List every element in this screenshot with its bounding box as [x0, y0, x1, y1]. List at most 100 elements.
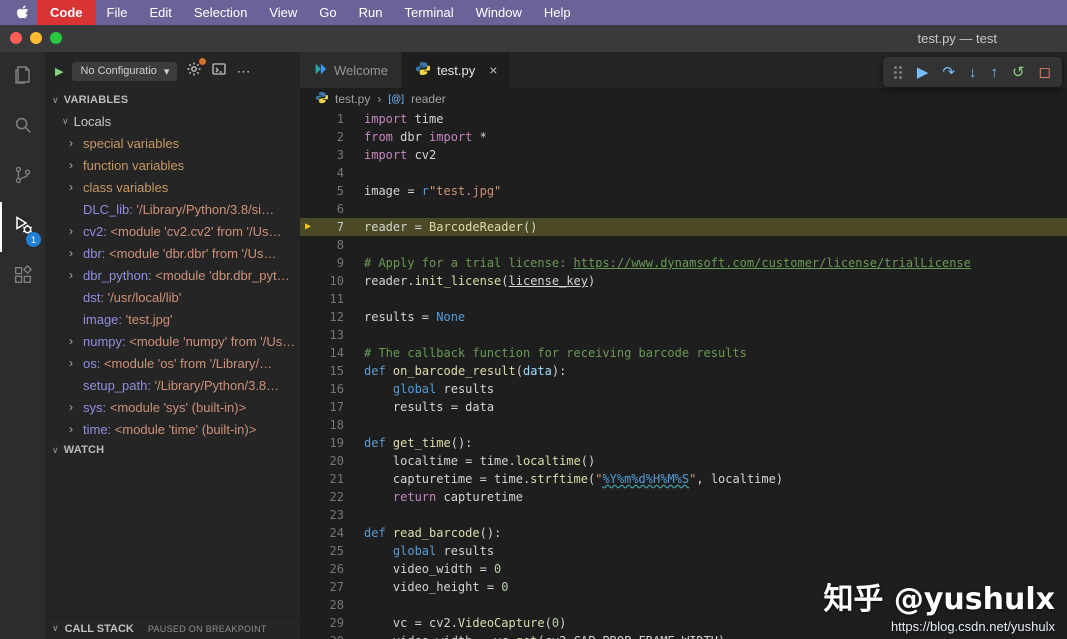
code-line[interactable]: 9 # Apply for a trial license: https://ww… — [300, 254, 1067, 272]
variable-group-row[interactable]: › function variables — [45, 154, 300, 176]
code-line[interactable]: 18 — [300, 416, 1067, 434]
code-line[interactable]: 10 reader.init_license(license_key) — [300, 272, 1067, 290]
variable-row[interactable]: › time: <module 'time' (built-in)> — [45, 418, 300, 440]
variable-row[interactable]: › os: <module 'os' from '/Library/… — [45, 352, 300, 374]
zoom-window-button[interactable] — [50, 32, 62, 44]
minimize-window-button[interactable] — [30, 32, 42, 44]
code-line[interactable]: 1 import time — [300, 110, 1067, 128]
variables-section-header[interactable]: ∨ VARIABLES — [45, 90, 300, 110]
menu-item-selection[interactable]: Selection — [183, 0, 258, 25]
variable-row[interactable]: DLC_lib: '/Library/Python/3.8/si… — [45, 198, 300, 220]
code-line[interactable]: 17 results = data — [300, 398, 1067, 416]
menu-item-code[interactable]: Code — [37, 0, 96, 25]
variable-row[interactable]: › dbr: <module 'dbr.dbr' from '/Us… — [45, 242, 300, 264]
code-line[interactable]: 11 — [300, 290, 1067, 308]
chevron-right-icon[interactable]: › — [69, 356, 73, 370]
extensions-view-button[interactable] — [0, 252, 45, 302]
chevron-right-icon[interactable]: › — [69, 334, 73, 348]
chevron-right-icon[interactable]: › — [69, 180, 73, 194]
close-icon[interactable]: × — [489, 62, 497, 78]
code-line[interactable]: 24 def read_barcode(): — [300, 524, 1067, 542]
watch-section-header[interactable]: ∨ WATCH — [45, 440, 300, 460]
menu-item-run[interactable]: Run — [348, 0, 394, 25]
code-line[interactable]: 23 — [300, 506, 1067, 524]
debug-config-dropdown[interactable]: No Configuratio ▾ — [72, 61, 178, 81]
menu-item-terminal[interactable]: Terminal — [394, 0, 465, 25]
chevron-down-icon: ∨ — [52, 444, 59, 455]
variable-row[interactable]: › sys: <module 'sys' (built-in)> — [45, 396, 300, 418]
stop-button[interactable]: ◻ — [1039, 65, 1051, 80]
locals-scope-row[interactable]: ∨ Locals — [45, 110, 300, 132]
variable-row[interactable]: › dbr_python: <module 'dbr.dbr_pyt… — [45, 264, 300, 286]
code-line[interactable]: 21 capturetime = time.strftime("%Y%m%d%H… — [300, 470, 1067, 488]
variable-row[interactable]: setup_path: '/Library/Python/3.8… — [45, 374, 300, 396]
code-line[interactable]: 20 localtime = time.localtime() — [300, 452, 1067, 470]
menu-item-file[interactable]: File — [96, 0, 139, 25]
chevron-right-icon[interactable]: › — [69, 422, 73, 436]
breadcrumb-symbol[interactable]: reader — [411, 92, 446, 106]
start-debug-icon[interactable]: ▶ — [55, 65, 63, 78]
open-debug-console-button[interactable] — [211, 61, 227, 82]
chevron-right-icon[interactable]: › — [69, 158, 73, 172]
tab-testpy[interactable]: test.py × — [401, 52, 512, 88]
code-line[interactable]: 14 # The callback function for receiving … — [300, 344, 1067, 362]
code-line[interactable]: 8 — [300, 236, 1067, 254]
step-into-button[interactable]: ↓ — [969, 65, 977, 80]
line-number: 17 — [329, 400, 344, 414]
variable-row[interactable]: image: 'test.jpg' — [45, 308, 300, 330]
code-line[interactable]: 16 global results — [300, 380, 1067, 398]
close-window-button[interactable] — [10, 32, 22, 44]
code-line[interactable]: 15 def on_barcode_result(data): — [300, 362, 1067, 380]
code-line[interactable]: 6 — [300, 200, 1067, 218]
menu-item-go[interactable]: Go — [308, 0, 347, 25]
code-line[interactable]: 22 return capturetime — [300, 488, 1067, 506]
code-line[interactable]: 13 — [300, 326, 1067, 344]
restart-button[interactable]: ↺ — [1012, 65, 1025, 80]
callstack-section-header[interactable]: ∨ CALL STACK PAUSED ON BREAKPOINT — [45, 617, 300, 639]
apple-logo-icon[interactable] — [16, 5, 29, 20]
code-line[interactable]: ▶ 7 reader = BarcodeReader() — [300, 218, 1067, 236]
callstack-status: PAUSED ON BREAKPOINT — [147, 623, 267, 634]
code-line[interactable]: 25 global results — [300, 542, 1067, 560]
code-line[interactable]: 4 — [300, 164, 1067, 182]
chevron-right-icon[interactable]: › — [69, 268, 73, 282]
breadcrumb-file[interactable]: test.py — [335, 92, 370, 106]
chevron-right-icon[interactable]: › — [69, 224, 73, 238]
more-actions-button[interactable]: ⋯ — [236, 63, 251, 80]
variable-group-row[interactable]: › class variables — [45, 176, 300, 198]
code-text: video_width = vc.get(cv2.CAP_PROP_FRAME_… — [364, 632, 725, 639]
run-debug-view-button[interactable]: 1 — [0, 202, 45, 252]
code-editor[interactable]: 1 import time 2 from dbr import * 3 import cv… — [300, 110, 1067, 639]
breadcrumb[interactable]: test.py › [@] reader — [300, 88, 1067, 110]
code-line[interactable]: 19 def get_time(): — [300, 434, 1067, 452]
menu-item-help[interactable]: Help — [533, 0, 582, 25]
tab-welcome[interactable]: Welcome — [300, 52, 402, 88]
token: localtime = time. — [364, 454, 516, 468]
chevron-right-icon[interactable]: › — [69, 246, 73, 260]
menu-item-window[interactable]: Window — [465, 0, 533, 25]
gutter-space — [300, 632, 316, 639]
continue-button[interactable]: ▶ — [917, 65, 929, 80]
token: VideoCapture — [457, 616, 545, 630]
code-line[interactable]: 3 import cv2 — [300, 146, 1067, 164]
code-line[interactable]: 5 image = r"test.jpg" — [300, 182, 1067, 200]
variable-row[interactable]: › cv2: <module 'cv2.cv2' from '/Us… — [45, 220, 300, 242]
menu-item-view[interactable]: View — [258, 0, 308, 25]
variable-row[interactable]: › numpy: <module 'numpy' from '/Us… — [45, 330, 300, 352]
variable-name: sys: — [83, 399, 107, 415]
variable-group-row[interactable]: › special variables — [45, 132, 300, 154]
chevron-right-icon[interactable]: › — [69, 400, 73, 414]
search-view-button[interactable] — [0, 102, 45, 152]
line-number: 12 — [329, 310, 344, 324]
source-control-view-button[interactable] — [0, 152, 45, 202]
explorer-view-button[interactable] — [0, 52, 45, 102]
debug-settings-button[interactable] — [186, 57, 207, 82]
menu-item-edit[interactable]: Edit — [138, 0, 182, 25]
code-line[interactable]: 2 from dbr import * — [300, 128, 1067, 146]
chevron-right-icon[interactable]: › — [69, 136, 73, 150]
step-out-button[interactable]: ↑ — [990, 65, 998, 80]
variable-row[interactable]: dst: '/usr/local/lib' — [45, 286, 300, 308]
drag-handle[interactable] — [893, 65, 902, 79]
step-over-button[interactable]: ↷ — [942, 65, 955, 80]
code-line[interactable]: 12 results = None — [300, 308, 1067, 326]
